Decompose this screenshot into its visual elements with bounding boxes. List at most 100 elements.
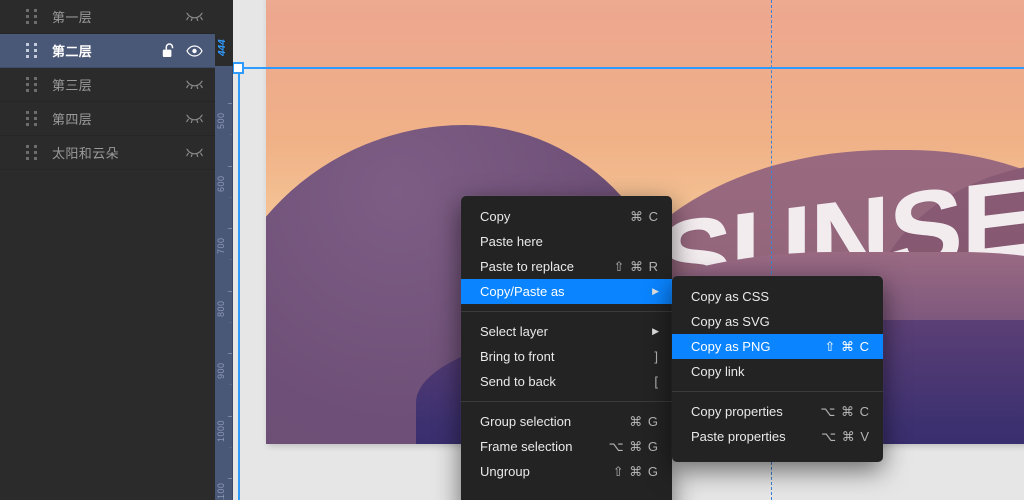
chevron-right-icon: ▶: [652, 326, 659, 336]
menu-item-label: Copy properties: [691, 404, 783, 419]
menu-item-label: Copy link: [691, 364, 745, 379]
menu-item[interactable]: Paste here: [461, 229, 672, 254]
eye-hidden-icon[interactable]: [186, 12, 203, 21]
menu-item[interactable]: Frame selection ⌥ ⌘ G: [461, 434, 672, 459]
menu-item[interactable]: Copy as PNG ⇧ ⌘ C: [672, 334, 883, 359]
ruler-tick-label: 900: [216, 362, 226, 379]
menu-item-shortcut: ⌥ ⌘ V: [821, 428, 870, 444]
drag-handle-icon[interactable]: [26, 43, 37, 58]
ruler-tick-mark: [228, 103, 232, 104]
menu-separator: [672, 391, 883, 392]
eye-hidden-icon[interactable]: [186, 148, 203, 157]
menu-item-label: Paste properties: [691, 429, 786, 444]
menu-separator: [461, 401, 672, 402]
ruler-tick-label: 500: [216, 112, 226, 129]
menu-item[interactable]: Copy as CSS: [672, 284, 883, 309]
menu-item-shortcut: ⌥ ⌘ C: [820, 403, 870, 419]
selection-handle[interactable]: [232, 62, 244, 74]
menu-item[interactable]: Select layer ▶: [461, 319, 672, 344]
menu-item[interactable]: Paste properties ⌥ ⌘ V: [672, 424, 883, 449]
menu-item-label: Select layer: [480, 324, 548, 339]
layer-row-icons: [186, 12, 203, 21]
ruler-tick-mark: [228, 415, 232, 417]
layer-row[interactable]: 第四层: [0, 102, 215, 136]
menu-item-shortcut: ⌘ C: [630, 208, 659, 224]
ruler-minor-tick: [229, 134, 232, 135]
menu-item[interactable]: Copy ⌘ C: [461, 204, 672, 229]
layer-name: 第四层: [52, 112, 93, 127]
ruler-minor-tick: [229, 446, 232, 448]
layer-row[interactable]: 第一层: [0, 0, 215, 34]
ruler-minor-tick: [229, 321, 232, 323]
menu-item-label: Frame selection: [480, 439, 573, 454]
drag-handle-icon[interactable]: [26, 111, 37, 126]
drag-handle-icon[interactable]: [26, 77, 37, 92]
menu-item-label: Send to back: [480, 374, 556, 389]
ruler-tick-label: 600: [216, 174, 226, 192]
menu-item-shortcut: ⇧ ⌘ G: [612, 463, 659, 479]
menu-item[interactable]: Group selection ⌘ G: [461, 409, 672, 434]
context-submenu-copy-paste-as[interactable]: Copy as CSS Copy as SVG Copy as PNG ⇧ ⌘ C Co…: [672, 276, 883, 462]
layer-name: 第三层: [52, 78, 93, 93]
layer-row[interactable]: 第二层: [0, 34, 215, 68]
layer-row[interactable]: 第三层: [0, 68, 215, 102]
ruler-tick-label: 1100: [216, 482, 226, 500]
menu-item[interactable]: Copy properties ⌥ ⌘ C: [672, 399, 883, 424]
ruler-minor-tick: [229, 384, 232, 385]
menu-item[interactable]: Copy/Paste as ▶: [461, 279, 672, 304]
menu-item-label: Ungroup: [480, 464, 530, 479]
ruler-tick-mark: [228, 228, 232, 229]
menu-item-label: Bring to front: [480, 349, 555, 364]
ruler-cursor-indicator: 444: [215, 0, 233, 66]
ruler-tick-mark: [228, 353, 232, 354]
eye-hidden-icon[interactable]: [186, 114, 203, 123]
eye-visible-icon[interactable]: [186, 44, 203, 57]
menu-item[interactable]: Paste to replace ⇧ ⌘ R: [461, 254, 672, 279]
selection-edge-horizontal: [238, 67, 1024, 69]
layer-row-icons: [186, 114, 203, 123]
eye-hidden-icon[interactable]: [186, 80, 203, 89]
menu-separator: [461, 311, 672, 312]
drag-handle-icon[interactable]: [26, 145, 37, 160]
ruler-tick-mark: [228, 165, 232, 167]
menu-item[interactable]: Send to back [: [461, 369, 672, 394]
menu-item-label: Group selection: [480, 414, 572, 429]
layer-name: 太阳和云朵: [52, 146, 120, 161]
layer-row-icons: [186, 148, 203, 157]
menu-item[interactable]: Ungroup ⇧ ⌘ G: [461, 459, 672, 484]
ruler-tick-label: 1000: [216, 419, 226, 442]
menu-item-shortcut: ⌘ G: [629, 413, 659, 429]
menu-item-label: Copy as CSS: [691, 289, 770, 304]
menu-item[interactable]: Bring to front]: [461, 344, 672, 369]
layer-name: 第一层: [52, 10, 93, 25]
menu-item-label: Copy as SVG: [691, 314, 770, 329]
chevron-right-icon: ▶: [652, 286, 659, 296]
ruler-tick-label: 800: [216, 299, 226, 317]
ruler-cursor-value: 444: [217, 39, 228, 56]
menu-item-label: Copy: [480, 209, 511, 224]
menu-item[interactable]: Copy link: [672, 359, 883, 384]
layer-row[interactable]: 太阳和云朵: [0, 136, 215, 170]
menu-item-shortcut: [: [654, 374, 659, 389]
vertical-ruler[interactable]: 500 600 700 800 900 1000 1100: [215, 0, 233, 500]
selection-edge-vertical: [238, 68, 240, 500]
menu-item-shortcut: ]: [654, 349, 659, 364]
menu-item[interactable]: Copy as SVG: [672, 309, 883, 334]
menu-item-label: Paste here: [480, 234, 543, 249]
menu-item-label: Paste to replace: [480, 259, 574, 274]
ruler-tick-label: 700: [216, 237, 226, 254]
menu-item-shortcut: ⌥ ⌘ G: [608, 438, 659, 454]
drag-handle-icon[interactable]: [26, 9, 37, 24]
layer-row-icons: [186, 80, 203, 89]
ruler-minor-tick: [229, 196, 232, 198]
menu-item-shortcut: ⇧ ⌘ C: [824, 338, 870, 354]
menu-item-label: Copy as PNG: [691, 339, 771, 354]
menu-item-shortcut: ⇧ ⌘ R: [613, 258, 659, 274]
ruler-minor-tick: [229, 259, 232, 260]
lock-open-icon[interactable]: [162, 43, 175, 58]
ruler-tick-mark: [228, 290, 232, 292]
layers-panel[interactable]: 第一层第二层第三层第四层太阳和云朵: [0, 0, 215, 500]
ruler-tick-mark: [228, 478, 232, 479]
layer-name: 第二层: [52, 44, 93, 59]
context-menu[interactable]: Copy ⌘ C Paste here Paste to replace ⇧ ⌘ R Co…: [461, 196, 672, 500]
